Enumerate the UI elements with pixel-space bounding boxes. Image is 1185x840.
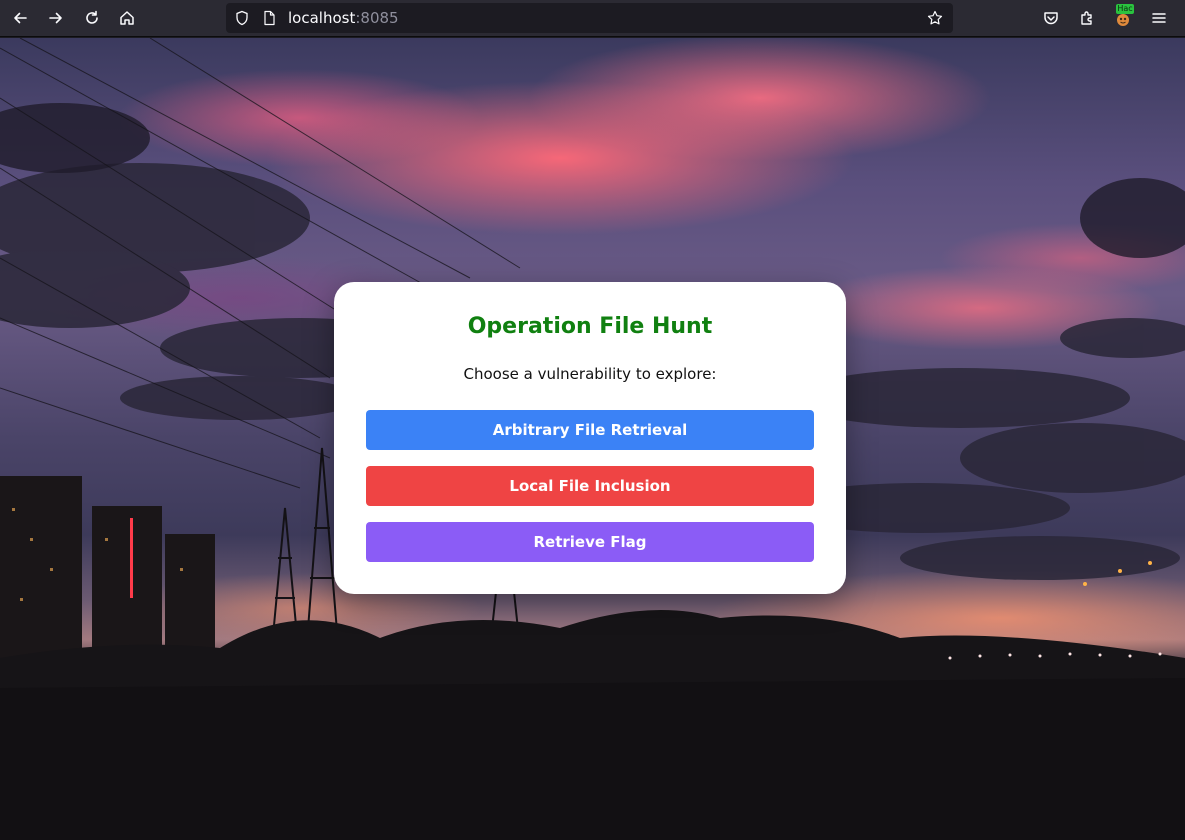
hamburger-menu-icon[interactable] <box>1145 4 1173 32</box>
card-subtitle: Choose a vulnerability to explore: <box>463 365 717 383</box>
pocket-icon[interactable] <box>1037 4 1065 32</box>
url-bar[interactable]: localhost:8085 <box>226 3 953 33</box>
url-host: localhost <box>288 9 356 27</box>
page-icon <box>260 9 278 27</box>
page-background: Operation File Hunt Choose a vulnerabili… <box>0 38 1185 840</box>
local-file-inclusion-button[interactable]: Local File Inclusion <box>366 466 814 506</box>
shield-icon[interactable] <box>233 9 251 27</box>
url-port: :8085 <box>355 9 399 27</box>
extension-badge: Hac <box>1116 4 1134 14</box>
back-arrow-icon[interactable] <box>6 4 34 32</box>
puzzle-icon[interactable] <box>1073 4 1101 32</box>
browser-toolbar: localhost:8085 Hac <box>0 0 1185 37</box>
star-icon[interactable] <box>926 9 944 27</box>
menu-card: Operation File Hunt Choose a vulnerabili… <box>334 282 846 594</box>
forward-arrow-icon[interactable] <box>42 4 70 32</box>
reload-icon[interactable] <box>78 4 106 32</box>
page-title: Operation File Hunt <box>467 314 713 339</box>
home-icon[interactable] <box>113 4 141 32</box>
arbitrary-file-retrieval-button[interactable]: Arbitrary File Retrieval <box>366 410 814 450</box>
retrieve-flag-button[interactable]: Retrieve Flag <box>366 522 814 562</box>
url-text[interactable]: localhost:8085 <box>288 9 399 27</box>
